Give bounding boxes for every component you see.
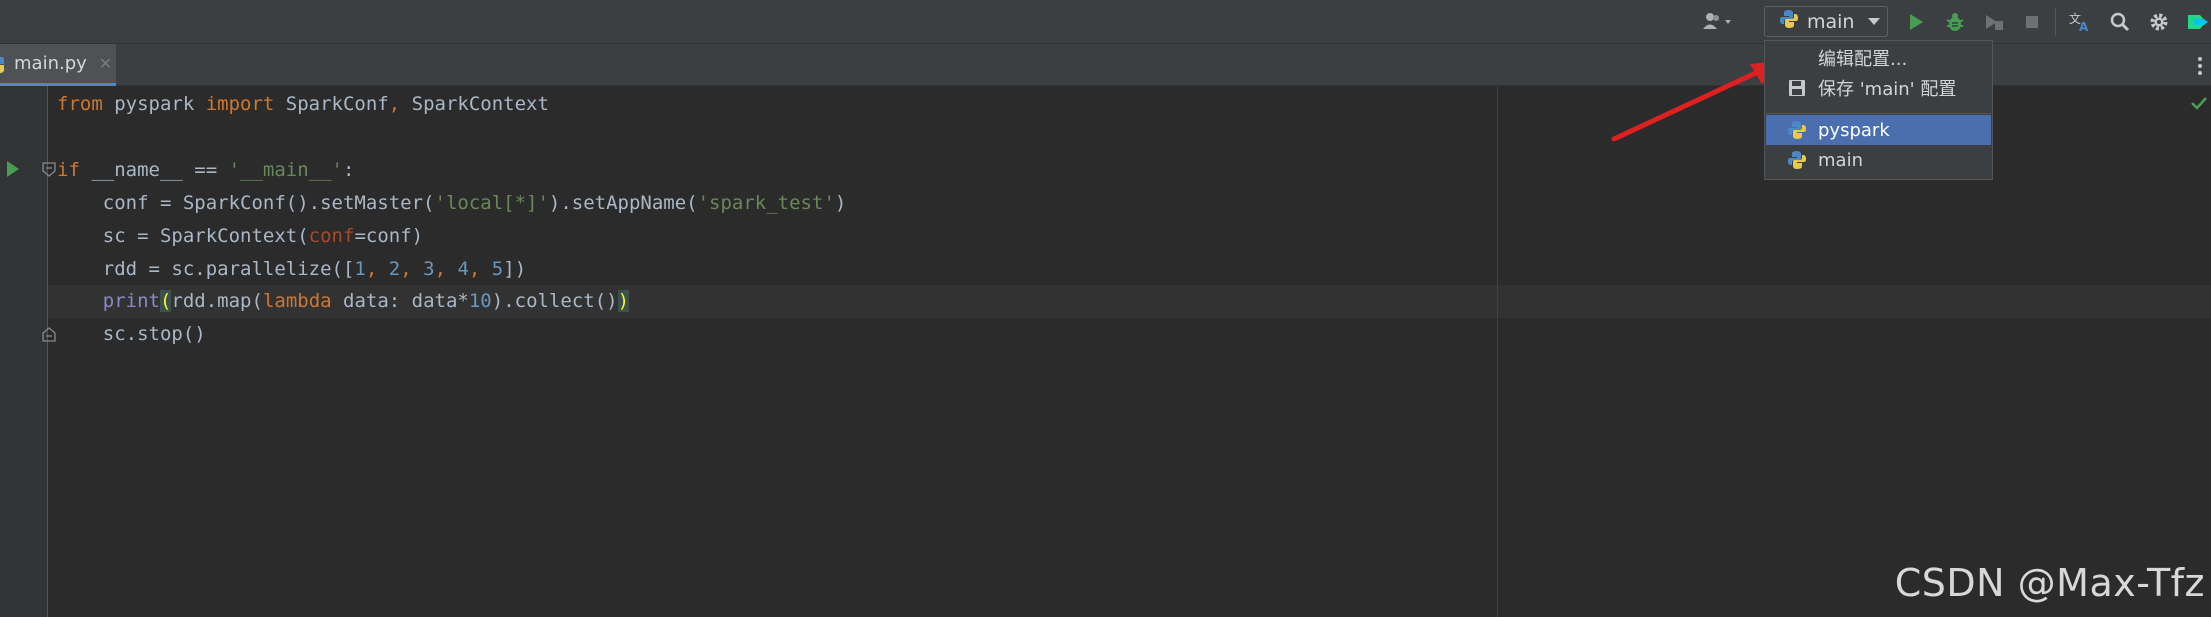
chevron-down-icon [1868, 18, 1881, 25]
param-token: conf [308, 225, 355, 247]
blank-icon [1786, 47, 1808, 69]
code-line-1[interactable]: from pyspark import SparkConf, SparkCont… [57, 88, 549, 121]
string-token: '__main__' [228, 159, 343, 181]
number-token: 10 [468, 290, 492, 312]
edit-configurations-item[interactable]: 编辑配置... [1766, 43, 1991, 73]
menu-separator [1766, 113, 1991, 114]
code-token: =conf) [354, 225, 424, 247]
more-options-icon[interactable] [2196, 56, 2204, 80]
python-icon [1786, 149, 1808, 171]
tab-label: main.py [14, 53, 87, 74]
code-token: __name__ == [79, 159, 229, 181]
python-icon [1786, 119, 1808, 141]
menu-item-label: main [1818, 149, 1863, 171]
code-line-6[interactable]: rdd = sc.parallelize([1, 2, 3, 4, 5]) [57, 253, 526, 286]
brace-match-token: ) [617, 290, 630, 312]
code-token: ) [834, 192, 847, 214]
config-item-main[interactable]: main [1766, 145, 1991, 175]
code-token: pyspark [102, 93, 206, 115]
number-token: 3 [423, 258, 435, 280]
translate-icon[interactable]: 文 A [2068, 10, 2092, 34]
code-token: SparkConf [274, 93, 389, 115]
search-icon[interactable] [2108, 10, 2132, 34]
code-token: , [468, 258, 492, 280]
keyword-token: lambda [262, 290, 332, 312]
config-item-pyspark[interactable]: pyspark [1766, 115, 1991, 145]
plugin-icon[interactable] [2186, 10, 2210, 34]
code-line-3[interactable]: if __name__ == '__main__': [57, 154, 354, 187]
code-token: ).setAppName( [548, 192, 698, 214]
watermark-text: CSDN @Max-Tfz [1894, 561, 2205, 605]
code-token: conf = SparkConf().setMaster( [57, 192, 435, 214]
code-token: rdd = sc.parallelize([ [57, 258, 355, 280]
code-token: data: data* [331, 290, 469, 312]
code-line-8[interactable]: sc.stop() [57, 318, 206, 351]
keyword-token: import [205, 93, 275, 115]
menu-item-label: 保存 'main' 配置 [1818, 79, 1957, 100]
run-gutter-icon[interactable] [6, 160, 20, 182]
code-token: sc.stop() [57, 323, 206, 345]
toolbar-separator [2055, 8, 2056, 36]
code-token: sc = SparkContext( [57, 225, 309, 247]
coverage-icon[interactable] [1982, 10, 2006, 34]
stop-icon[interactable] [2020, 10, 2044, 34]
number-token: 2 [388, 258, 401, 280]
debug-icon[interactable] [1943, 10, 1967, 34]
string-token: 'spark_test' [697, 192, 835, 214]
user-icon[interactable] [1700, 10, 1736, 34]
menu-item-label: pyspark [1818, 119, 1890, 141]
code-line-7[interactable]: print(rdd.map(lambda data: data*10).coll… [57, 285, 630, 318]
run-icon[interactable] [1904, 10, 1928, 34]
code-token: : [343, 159, 355, 181]
code-token: ).collect() [491, 290, 618, 312]
main-toolbar: main 文 A [0, 0, 2211, 44]
string-token: 'local[*]' [434, 192, 549, 214]
tab-main-py[interactable]: main.py ✕ [0, 44, 116, 86]
python-file-icon [0, 56, 6, 78]
code-token: , [434, 258, 458, 280]
run-config-label: main [1807, 10, 1855, 33]
svg-text:A: A [2079, 20, 2089, 33]
menu-item-label: 编辑配置... [1818, 49, 1908, 70]
check-icon [2190, 95, 2208, 115]
code-token: , [400, 258, 424, 280]
code-line-4[interactable]: conf = SparkConf().setMaster('local[*]')… [57, 187, 847, 220]
keyword-token: if [57, 159, 80, 181]
code-token: ]) [503, 258, 527, 280]
brace-match-token: ( [159, 290, 172, 312]
code-token: rdd.map( [171, 290, 263, 312]
python-icon [1779, 9, 1799, 34]
run-configuration-selector[interactable]: main [1764, 6, 1888, 37]
builtin-token: print [102, 290, 160, 312]
save-configuration-item[interactable]: 保存 'main' 配置 [1766, 73, 1991, 103]
gear-icon[interactable] [2147, 10, 2171, 34]
run-config-dropdown: 编辑配置... 保存 'main' 配置 pyspark main [1764, 40, 1993, 180]
code-line-5[interactable]: sc = SparkContext(conf=conf) [57, 220, 423, 253]
code-token: SparkContext [400, 93, 549, 115]
keyword-token: from [57, 93, 103, 115]
number-token: 4 [457, 258, 469, 280]
code-token: , [365, 258, 389, 280]
close-icon[interactable]: ✕ [99, 54, 112, 73]
number-token: 1 [354, 258, 366, 280]
number-token: 5 [491, 258, 504, 280]
save-icon [1786, 77, 1808, 99]
right-margin-guide [1497, 86, 1498, 617]
code-token: , [388, 93, 401, 115]
